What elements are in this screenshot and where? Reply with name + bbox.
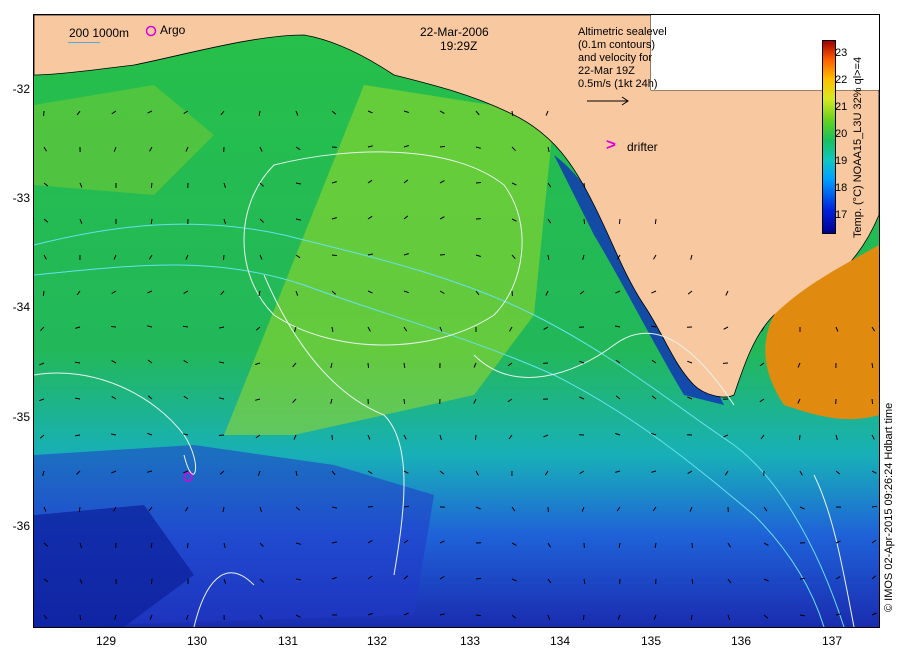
bathy-legend-label: 200 1000m [69, 26, 130, 40]
colorbar-tick: 20 [835, 128, 848, 140]
velocity-arrow [475, 577, 482, 580]
velocity-arrow [367, 362, 369, 369]
velocity-arrow [799, 577, 806, 580]
x-tick-label: 135 [640, 634, 662, 648]
x-tick-label: 137 [821, 634, 843, 648]
x-tick-label: 133 [459, 634, 481, 648]
velocity-arrow [74, 361, 81, 364]
velocity-arrow [150, 182, 153, 188]
x-tick-label: 132 [366, 634, 388, 648]
velocity-arrow [223, 254, 225, 261]
colorbar-tick: 18 [835, 182, 848, 194]
annotation-line: 22-Mar 19Z [578, 65, 635, 77]
annotation-line: 0.5m/s (1kt 24h) [578, 78, 658, 90]
velocity-arrow [110, 326, 117, 328]
y-tick-label: -35 [12, 410, 30, 424]
velocity-arrow [403, 398, 406, 405]
velocity-arrow [654, 218, 657, 225]
y-tick-label: -34 [12, 300, 30, 314]
colorbar-tick: 22 [835, 74, 848, 86]
y-tick-label: -32 [12, 82, 30, 96]
velocity-arrow [511, 290, 513, 297]
annotation-line: Altimetric sealevel [578, 26, 667, 38]
sst-map-canvas [34, 15, 879, 627]
argo-legend-label: Argo [160, 23, 186, 37]
velocity-arrow [690, 614, 693, 621]
x-tick-label: 130 [186, 634, 208, 648]
colorbar-title: Temp. (°C) NOAA15_L3U 32% ql>=4 [852, 56, 864, 238]
sealevel-annotation: Altimetric sealevel (0.1m contours) and … [578, 26, 667, 91]
annotation-line: and velocity for [578, 52, 652, 64]
velocity-arrow [439, 254, 446, 256]
drifter-legend-label: drifter [627, 140, 658, 154]
x-tick-label: 129 [95, 634, 117, 648]
velocity-arrow [583, 218, 586, 225]
velocity-arrow [475, 434, 477, 441]
velocity-arrow [799, 434, 801, 441]
map-date: 22-Mar-2006 [420, 25, 489, 39]
drifter-legend-icon: > [606, 135, 616, 154]
velocity-arrow [331, 254, 338, 257]
sst-map[interactable] [33, 14, 880, 628]
x-tick-label: 136 [730, 634, 752, 648]
velocity-arrow [439, 145, 446, 148]
velocity-arrow [78, 506, 81, 513]
velocity-arrow [218, 434, 225, 436]
y-tick-label: -36 [12, 519, 30, 533]
colorbar-tick: 23 [835, 47, 848, 59]
argo-legend-icon [145, 25, 157, 37]
bathy-legend-line [68, 42, 100, 43]
velocity-arrow [182, 325, 189, 328]
velocity-arrow [150, 578, 153, 585]
colorbar-tick: 21 [835, 101, 848, 113]
velocity-arrow [618, 218, 621, 225]
x-tick-label: 131 [277, 634, 299, 648]
annotation-line: (0.1m contours) [578, 39, 656, 51]
velocity-arrow [475, 182, 482, 184]
velocity-arrow [187, 542, 189, 549]
x-tick-label: 134 [549, 634, 571, 648]
colorbar-tick: 17 [835, 209, 848, 221]
velocity-arrow [582, 614, 585, 621]
y-tick-label: -33 [12, 191, 30, 205]
temperature-colorbar [822, 40, 836, 234]
colorbar-tick: 19 [835, 155, 848, 167]
velocity-arrow [79, 614, 82, 621]
imos-credit: © IMOS 02-Apr-2015 09:26:24 Hdbart time [883, 402, 895, 612]
map-time: 19:29Z [440, 39, 478, 53]
velocity-arrow [871, 398, 874, 405]
velocity-arrow [42, 290, 45, 297]
velocity-arrow [583, 182, 586, 189]
